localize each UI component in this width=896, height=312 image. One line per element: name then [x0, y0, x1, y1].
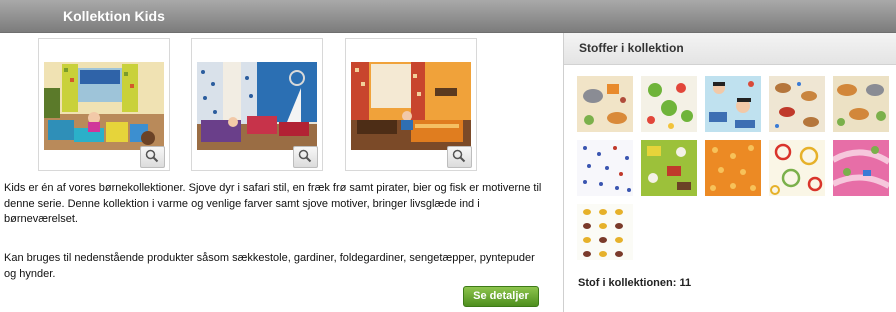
- fabric-swatch-dogs[interactable]: [769, 76, 825, 132]
- magnifier-icon: [145, 149, 159, 163]
- fabric-swatch-blue-dots[interactable]: [577, 140, 633, 196]
- fabric-count: Stof i kollektionen: 11: [578, 277, 692, 289]
- room-photo-2[interactable]: [191, 38, 323, 171]
- room-photo-3-image[interactable]: [351, 62, 471, 150]
- magnifier-icon: [298, 149, 312, 163]
- fabric-swatch-orange-flowers[interactable]: [705, 140, 761, 196]
- fabrics-panel: Stoffer i kollektion Stof i kollektionen…: [563, 33, 896, 312]
- fabric-swatch-bees[interactable]: [577, 204, 633, 260]
- magnifier-icon: [452, 149, 466, 163]
- room-photo-2-image[interactable]: [197, 62, 317, 150]
- fabric-swatch-safari-elephant[interactable]: [577, 76, 633, 132]
- room-photo-3[interactable]: [345, 38, 477, 171]
- collection-description: Kids er én af vores børnekollektioner. S…: [4, 182, 542, 225]
- collection-title: Kollektion Kids: [63, 8, 165, 24]
- fabric-swatch-pink-road[interactable]: [833, 140, 889, 196]
- fabric-swatch-green-farm[interactable]: [641, 140, 697, 196]
- see-details-button[interactable]: Se detaljer: [463, 286, 539, 307]
- fabric-swatch-rings[interactable]: [769, 140, 825, 196]
- fabric-swatch-frog[interactable]: [641, 76, 697, 132]
- room-photo-1[interactable]: [38, 38, 170, 171]
- collection-header: Kollektion Kids: [0, 0, 896, 33]
- fabric-swatch-pirate-blue[interactable]: [705, 76, 761, 132]
- room-photo-1-image[interactable]: [44, 62, 164, 150]
- zoom-button-3[interactable]: [447, 146, 472, 168]
- zoom-button-2[interactable]: [293, 146, 318, 168]
- collection-usage-text: Kan bruges til nedenstående produkter så…: [4, 252, 535, 280]
- zoom-button-1[interactable]: [140, 146, 165, 168]
- fabrics-panel-title: Stoffer i kollektion: [579, 41, 684, 55]
- fabric-swatch-safari-beige[interactable]: [833, 76, 889, 132]
- fabrics-panel-header: Stoffer i kollektion: [564, 33, 896, 65]
